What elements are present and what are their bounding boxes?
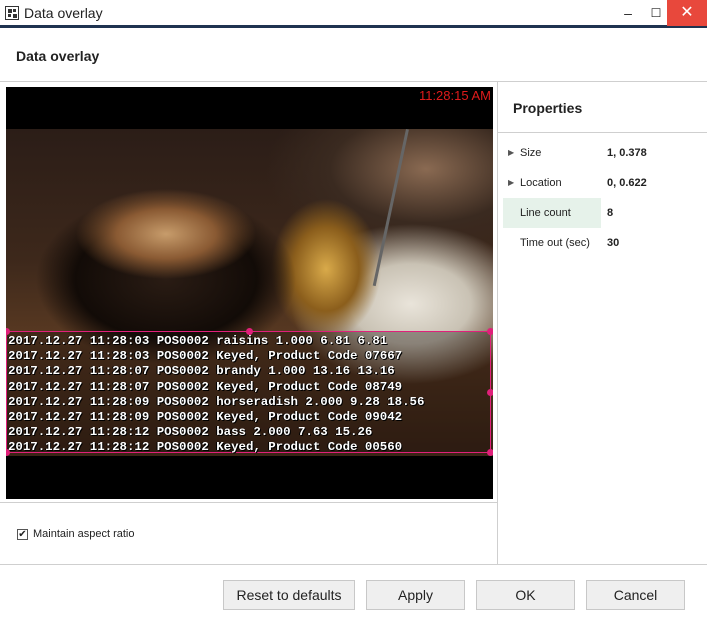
resize-handle-bottom-right[interactable]: [487, 449, 493, 456]
properties-title: Properties: [513, 100, 583, 116]
property-row-time-out-sec[interactable]: Time out (sec) 30: [503, 228, 703, 258]
maintain-aspect-ratio-label[interactable]: Maintain aspect ratio: [33, 528, 135, 540]
expand-arrow-icon[interactable]: ▶: [508, 148, 514, 157]
window-title: Data overlay: [24, 5, 103, 21]
overlay-line: 2017.12.27 11:28:07 POS0002 brandy 1.000…: [8, 364, 395, 379]
video-preview: 11:28:15 AM 2017.12.27 11:28:03 POS0002 …: [6, 87, 493, 499]
property-name: Time out (sec): [520, 237, 590, 249]
property-value[interactable]: 30: [607, 237, 619, 249]
aspect-ratio-section: ✔ Maintain aspect ratio: [0, 502, 497, 564]
apply-button[interactable]: Apply: [366, 580, 465, 610]
dialog-header: Data overlay: [0, 31, 707, 82]
title-bar: Data overlay – ☐ ✕: [0, 0, 707, 28]
overlay-line: 2017.12.27 11:28:09 POS0002 Keyed, Produ…: [8, 410, 403, 425]
property-row-location[interactable]: ▶ Location 0, 0.622: [503, 168, 703, 198]
receipt-spike: [372, 129, 409, 287]
property-value[interactable]: 8: [607, 207, 613, 219]
overlay-line: 2017.12.27 11:28:03 POS0002 Keyed, Produ…: [8, 349, 403, 364]
overlay-line: 2017.12.27 11:28:07 POS0002 Keyed, Produ…: [8, 379, 403, 394]
overlay-line: 2017.12.27 11:28:12 POS0002 Keyed, Produ…: [8, 440, 403, 455]
properties-divider: [498, 132, 707, 133]
overlay-line: 2017.12.27 11:28:09 POS0002 horseradish …: [8, 394, 425, 409]
property-name: Location: [520, 177, 562, 189]
data-overlay-region[interactable]: 2017.12.27 11:28:03 POS0002 raisins 1.00…: [6, 328, 493, 456]
overlay-line: 2017.12.27 11:28:03 POS0002 raisins 1.00…: [8, 334, 388, 348]
overlay-line: 2017.12.27 11:28:12 POS0002 bass 2.000 7…: [8, 425, 373, 440]
close-button[interactable]: ✕: [667, 0, 707, 26]
ok-button[interactable]: OK: [476, 580, 575, 610]
dialog-footer: Reset to defaults Apply OK Cancel: [0, 564, 707, 626]
expand-arrow-icon[interactable]: ▶: [508, 178, 514, 187]
time-overlay: 11:28:15 AM: [418, 88, 491, 103]
resize-handle-right[interactable]: [487, 389, 493, 396]
properties-panel: Properties ▶ Size 1, 0.378 ▶ Location 0, 0.62…: [498, 82, 707, 564]
overlay-text-lines: 2017.12.27 11:28:03 POS0002 raisins 1.00…: [8, 334, 424, 456]
resize-handle-top-right[interactable]: [487, 328, 493, 335]
reset-to-defaults-button[interactable]: Reset to defaults: [223, 580, 355, 610]
property-name: Size: [520, 147, 542, 159]
resize-handle-top[interactable]: [246, 328, 253, 335]
cancel-button[interactable]: Cancel: [586, 580, 685, 610]
app-icon: [5, 6, 19, 20]
property-row-line-count[interactable]: Line count 8: [503, 198, 703, 228]
property-value[interactable]: 0, 0.622: [607, 177, 647, 189]
property-row-size[interactable]: ▶ Size 1, 0.378: [503, 138, 703, 168]
maintain-aspect-ratio-checkbox[interactable]: ✔: [17, 529, 28, 540]
preview-panel: 11:28:15 AM 2017.12.27 11:28:03 POS0002 …: [0, 82, 498, 564]
property-value[interactable]: 1, 0.378: [607, 147, 647, 159]
property-name: Line count: [520, 207, 571, 219]
page-title: Data overlay: [16, 48, 100, 64]
